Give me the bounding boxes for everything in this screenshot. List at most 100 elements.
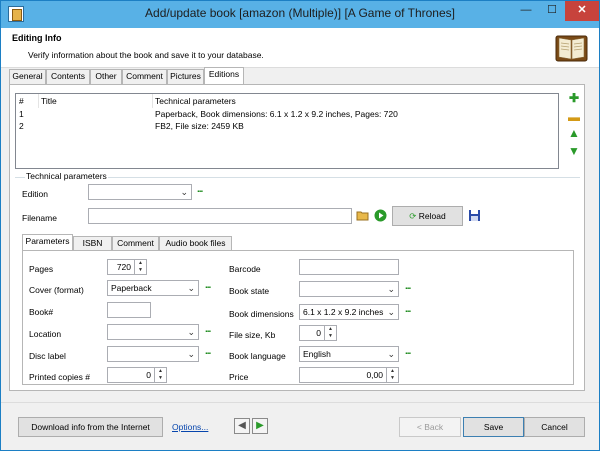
- column-header-params[interactable]: Technical parameters: [155, 96, 236, 106]
- chevron-down-icon: ⌄: [387, 284, 395, 294]
- tab-contents[interactable]: Contents: [46, 69, 90, 84]
- file-size-spinner[interactable]: 0 ▲ ▼: [299, 325, 337, 341]
- book-dimensions-combo[interactable]: 6.1 x 1.2 x 9.2 inches ⌄: [299, 304, 399, 320]
- book-state-combo[interactable]: ⌄: [299, 281, 399, 297]
- row-num: 1: [19, 109, 24, 119]
- title-bar: Add/update book [amazon (Multiple)] [A G…: [1, 1, 599, 28]
- disc-label-combo[interactable]: ⌄: [107, 346, 199, 362]
- filename-input[interactable]: [88, 208, 352, 224]
- tab-comment[interactable]: Comment: [122, 69, 167, 84]
- chevron-down-icon: ⌄: [187, 349, 195, 359]
- tab-editions[interactable]: Editions: [204, 67, 244, 84]
- play-icon[interactable]: [374, 209, 387, 222]
- tab-parameters[interactable]: Parameters: [22, 234, 73, 251]
- book-dimensions-value: 6.1 x 1.2 x 9.2 inches: [303, 307, 384, 317]
- technical-parameters-label: Technical parameters: [25, 171, 108, 181]
- file-size-label: File size, Kb: [229, 330, 276, 340]
- disc-label-label: Disc label: [29, 351, 66, 361]
- chevron-down-icon: ⌄: [187, 283, 195, 293]
- location-more-button[interactable]: ...: [205, 324, 211, 335]
- dialog-window: Add/update book [amazon (Multiple)] [A G…: [0, 0, 600, 451]
- tab-comment-sub[interactable]: Comment: [112, 236, 159, 251]
- close-button[interactable]: ✕: [565, 1, 599, 21]
- pages-spinner[interactable]: 720 ▲ ▼: [107, 259, 147, 275]
- book-number-label: Book#: [29, 307, 54, 317]
- tab-pictures[interactable]: Pictures: [167, 69, 204, 84]
- edition-label: Edition: [22, 189, 48, 199]
- tab-audio-book-files[interactable]: Audio book files: [159, 236, 232, 251]
- reload-label: Reload: [418, 211, 446, 221]
- cover-more-button[interactable]: ...: [205, 280, 211, 291]
- editions-list[interactable]: # Title Technical parameters 1 Paperback…: [15, 93, 559, 169]
- spinner-arrows-icon[interactable]: ▲ ▼: [154, 368, 166, 382]
- disc-label-more-button[interactable]: ...: [205, 346, 211, 357]
- barcode-input[interactable]: [299, 259, 399, 275]
- minimize-button[interactable]: —: [513, 1, 539, 21]
- header-panel: Editing Info Verify information about th…: [1, 28, 599, 68]
- cover-format-value: Paperback: [111, 283, 152, 293]
- remove-icon[interactable]: ▬: [568, 111, 580, 124]
- tab-other[interactable]: Other: [90, 69, 122, 84]
- chevron-down-icon: ⌄: [387, 349, 395, 359]
- back-button[interactable]: < Back: [399, 417, 461, 437]
- row-num: 2: [19, 121, 24, 131]
- edition-more-button[interactable]: ...: [197, 184, 203, 195]
- pages-label: Pages: [29, 264, 54, 274]
- tab-general[interactable]: General: [9, 69, 46, 84]
- cancel-button[interactable]: Cancel: [524, 417, 585, 437]
- column-header-title[interactable]: Title: [41, 96, 57, 106]
- chevron-down-icon: ⌄: [387, 307, 395, 317]
- editions-panel: # Title Technical parameters 1 Paperback…: [9, 84, 585, 391]
- spinner-arrows-icon[interactable]: ▲ ▼: [324, 326, 336, 340]
- edition-combo[interactable]: ⌄: [88, 184, 192, 200]
- cover-format-label: Cover (format): [29, 285, 84, 295]
- tab-isbn[interactable]: ISBN: [73, 236, 112, 251]
- book-icon: [555, 35, 588, 62]
- spinner-arrows-icon[interactable]: ▲ ▼: [386, 368, 398, 382]
- filename-label: Filename: [22, 213, 57, 223]
- header-title: Editing Info: [12, 33, 62, 43]
- book-language-more-button[interactable]: ...: [405, 346, 411, 357]
- price-label: Price: [229, 372, 249, 382]
- cover-format-combo[interactable]: Paperback ⌄: [107, 280, 199, 296]
- book-state-more-button[interactable]: ...: [405, 281, 411, 292]
- location-combo[interactable]: ⌄: [107, 324, 199, 340]
- book-language-label: Book language: [229, 351, 286, 361]
- spinner-arrows-icon[interactable]: ▲ ▼: [134, 260, 146, 274]
- save-disk-icon[interactable]: [468, 209, 481, 222]
- book-dimensions-label: Book dimensions: [229, 309, 294, 319]
- options-link[interactable]: Options...: [172, 422, 208, 432]
- download-info-button[interactable]: Download info from the Internet: [18, 417, 163, 437]
- file-size-value: 0: [316, 328, 321, 338]
- previous-arrow-icon[interactable]: ◀: [234, 418, 250, 434]
- reload-button[interactable]: ⟳ Reload: [392, 206, 463, 226]
- barcode-label: Barcode: [229, 264, 261, 274]
- price-spinner[interactable]: 0,00 ▲ ▼: [299, 367, 399, 383]
- book-state-label: Book state: [229, 286, 270, 296]
- book-number-input[interactable]: [107, 302, 151, 318]
- column-header-num[interactable]: #: [19, 96, 24, 106]
- printed-copies-label: Printed copies #: [29, 372, 90, 382]
- folder-open-icon[interactable]: [356, 209, 370, 222]
- move-up-icon[interactable]: ▲: [568, 127, 580, 140]
- chevron-down-icon: ⌄: [187, 327, 195, 337]
- book-language-combo[interactable]: English ⌄: [299, 346, 399, 362]
- column-divider: [152, 94, 153, 108]
- maximize-button[interactable]: ☐: [539, 1, 565, 21]
- printed-copies-spinner[interactable]: 0 ▲ ▼: [107, 367, 167, 383]
- header-subtitle: Verify information about the book and sa…: [28, 50, 264, 60]
- parameters-panel: Pages 720 ▲ ▼ Cover (format) Paperback ⌄ …: [22, 250, 574, 385]
- move-down-icon[interactable]: ▼: [568, 145, 580, 158]
- chevron-down-icon: ⌄: [180, 187, 188, 197]
- book-dimensions-more-button[interactable]: ...: [405, 304, 411, 315]
- next-arrow-icon[interactable]: ▶: [252, 418, 268, 434]
- save-button[interactable]: Save: [463, 417, 524, 437]
- row-params: Paperback, Book dimensions: 6.1 x 1.2 x …: [155, 109, 398, 119]
- column-divider: [38, 94, 39, 108]
- price-value: 0,00: [366, 370, 383, 380]
- pages-value: 720: [116, 262, 131, 272]
- location-label: Location: [29, 329, 62, 339]
- book-language-value: English: [303, 349, 331, 359]
- row-params: FB2, File size: 2459 KB: [155, 121, 244, 131]
- add-icon[interactable]: ✚: [568, 92, 580, 105]
